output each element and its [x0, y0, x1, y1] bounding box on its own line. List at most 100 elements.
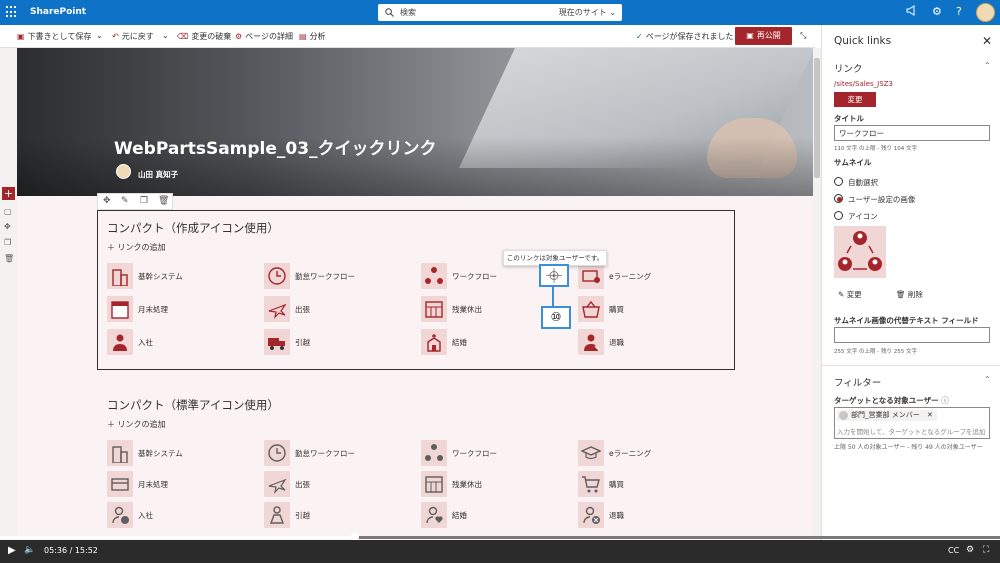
thumb-change-button[interactable]: ✎ 変更: [838, 289, 862, 300]
quick-link-item[interactable]: 引越: [264, 502, 404, 530]
app-launcher-icon[interactable]: [6, 6, 18, 18]
captions-icon[interactable]: CC: [948, 546, 959, 555]
megaphone-icon[interactable]: [906, 5, 917, 20]
avatar[interactable]: [976, 3, 995, 22]
scrollbar-thumb[interactable]: [814, 58, 820, 178]
section1-heading[interactable]: コンパクト（作成アイコン使用）: [107, 220, 279, 236]
cart-icon: [578, 471, 604, 497]
audience-search-input[interactable]: 入力を開始して、ターゲットとなるグループを追加: [837, 426, 987, 436]
radio-auto[interactable]: [834, 177, 843, 186]
save-dropdown-chevron-icon[interactable]: ⌄: [96, 31, 103, 40]
trash-icon[interactable]: 🗑: [158, 196, 169, 206]
republish-button[interactable]: ▣ 再公開: [735, 27, 792, 45]
add-link-button-2[interactable]: ＋ リンクの追加: [107, 419, 166, 430]
search-scope-dropdown[interactable]: 現在のサイト ⌄: [559, 7, 616, 18]
add-section-button[interactable]: +: [2, 187, 15, 200]
quick-link-item[interactable]: 勤怠ワークフロー: [264, 440, 404, 468]
brand-name[interactable]: SharePoint: [30, 7, 86, 17]
quick-link-item[interactable]: 入社: [107, 502, 247, 530]
quick-link-item[interactable]: 結婚: [421, 329, 561, 357]
quick-link-item[interactable]: 購買: [578, 471, 718, 499]
radio-icon[interactable]: [834, 211, 843, 220]
quick-link-item[interactable]: 入社: [107, 329, 247, 357]
search-icon: [385, 8, 394, 19]
analytics-button[interactable]: ▤ 分析: [299, 31, 326, 42]
quick-link-label: 入社: [138, 338, 153, 347]
target-audience-picker[interactable]: 部門_営業部 メンバー ✕ 入力を開始して、ターゲットとなるグループを追加: [834, 407, 990, 439]
radio-custom-image[interactable]: [834, 194, 843, 203]
close-icon[interactable]: ✕: [982, 34, 992, 48]
republish-label: 再公開: [756, 31, 781, 40]
info-icon[interactable]: ⓘ: [941, 396, 949, 405]
quick-link-item[interactable]: eラーニング: [578, 263, 718, 291]
quick-link-item[interactable]: 勤怠ワークフロー: [264, 263, 404, 291]
trash-icon[interactable]: 🗑: [4, 254, 14, 263]
quick-link-item[interactable]: 購買: [578, 296, 718, 324]
author-avatar: [116, 164, 131, 179]
audience-chip[interactable]: 部門_営業部 メンバー ✕: [837, 410, 937, 421]
quick-link-item[interactable]: 残業休出: [421, 296, 561, 324]
quick-link-item[interactable]: 退職: [578, 329, 718, 357]
target-audience-label: ターゲットとなる対象ユーザー ⓘ: [834, 395, 949, 406]
person-icon: [107, 329, 133, 355]
section2-heading[interactable]: コンパクト（標準アイコン使用）: [107, 397, 279, 413]
comment-icon[interactable]: ▢: [4, 207, 12, 216]
workflow-icon: [421, 440, 447, 466]
duplicate-icon[interactable]: ❐: [4, 238, 11, 247]
search-box[interactable]: 検索 現在のサイト ⌄: [378, 4, 622, 21]
move-icon[interactable]: ✥: [103, 196, 111, 206]
link-section-title[interactable]: リンク: [834, 61, 863, 75]
page-details-label: ページの詳細: [245, 32, 294, 41]
fullscreen-icon[interactable]: ⛶: [983, 545, 989, 555]
collapse-icon[interactable]: ⤡: [800, 31, 806, 41]
quick-link-item[interactable]: 引越: [264, 329, 404, 357]
clock-icon: [264, 440, 290, 466]
chevron-up-icon[interactable]: ⌃: [984, 61, 991, 70]
play-icon[interactable]: ▶: [8, 545, 16, 556]
thumb-delete-button[interactable]: 🗑 削除: [896, 289, 923, 300]
discard-button[interactable]: ⌫ 変更の破棄: [177, 31, 231, 42]
help-icon[interactable]: ?: [956, 5, 962, 19]
quick-link-item[interactable]: 結婚: [421, 502, 561, 530]
quick-link-item[interactable]: 出張: [264, 296, 404, 324]
quick-link-item[interactable]: 出張: [264, 471, 404, 499]
person-heart-icon: [421, 502, 447, 528]
page-details-button[interactable]: ⚙ ページの詳細: [235, 31, 293, 42]
undo-dropdown-chevron-icon[interactable]: ⌄: [162, 31, 169, 40]
page-title[interactable]: WebPartsSample_03_クイックリンク: [114, 134, 437, 159]
quick-link-item[interactable]: 月末処理: [107, 296, 247, 324]
quick-link-label: 退職: [609, 338, 624, 347]
volume-icon[interactable]: 🔈: [24, 545, 35, 555]
alt-text-input[interactable]: [834, 327, 990, 343]
title-input[interactable]: ワークフロー: [834, 125, 990, 141]
settings-gear-icon[interactable]: ⚙: [966, 545, 974, 555]
filter-section-title[interactable]: フィルター: [834, 375, 881, 389]
edit-pencil-icon: ✎: [838, 290, 845, 299]
quick-link-item[interactable]: eラーニング: [578, 440, 718, 468]
quick-link-label: 引越: [295, 338, 310, 347]
page-scrollbar[interactable]: [813, 48, 821, 540]
undo-button[interactable]: ↶ 元に戻す: [112, 31, 154, 42]
video-progress-bar[interactable]: [0, 533, 1000, 541]
quick-link-item[interactable]: 残業休出: [421, 471, 561, 499]
quick-link-item[interactable]: 基幹システム: [107, 440, 247, 468]
change-link-button[interactable]: 変更: [834, 92, 876, 107]
link-url[interactable]: /sites/Sales_JSZ3: [834, 80, 893, 88]
gear-icon[interactable]: ⚙: [932, 5, 942, 19]
save-draft-button[interactable]: ▣ 下書きとして保存: [17, 31, 91, 42]
quick-link-item[interactable]: ワークフロー: [421, 440, 561, 468]
quick-link-item[interactable]: 基幹システム: [107, 263, 247, 291]
quick-link-label: 結婚: [452, 511, 467, 520]
add-link-button[interactable]: ＋ リンクの追加: [107, 242, 166, 253]
chevron-up-icon[interactable]: ⌃: [984, 375, 991, 384]
airplane-icon: [264, 296, 290, 322]
move-icon[interactable]: ✥: [4, 222, 11, 231]
quick-link-label: 勤怠ワークフロー: [295, 449, 355, 458]
remove-chip-icon[interactable]: ✕: [927, 411, 933, 419]
duplicate-icon[interactable]: ❐: [140, 196, 148, 206]
quick-link-item[interactable]: 退職: [578, 502, 718, 530]
save-icon: ▣: [17, 32, 25, 41]
callout-connector: [552, 286, 554, 307]
quick-link-item[interactable]: 月末処理: [107, 471, 247, 499]
edit-pencil-icon[interactable]: ✎: [121, 196, 129, 206]
